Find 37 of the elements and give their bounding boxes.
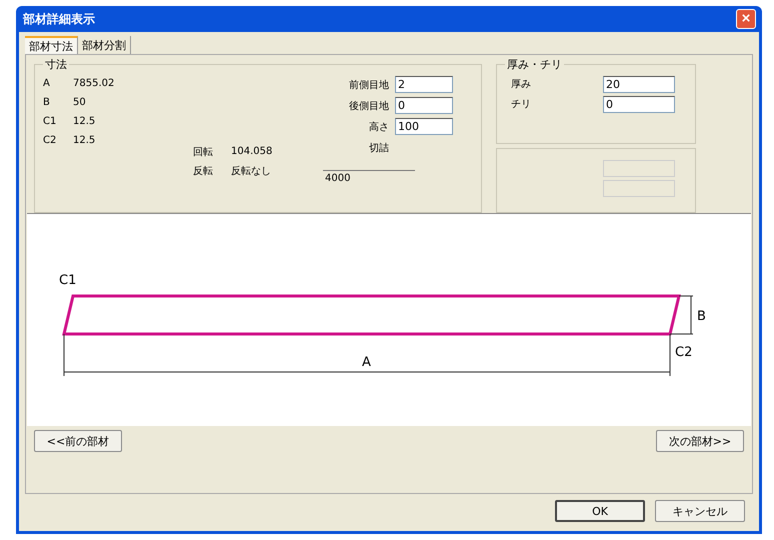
flip-value: 反転なし [231,164,271,178]
dialog-button[interactable]: キャンセル [655,500,745,522]
dimension-label: B [697,309,706,324]
flip-label: 反転 [193,164,214,178]
dialog-button[interactable]: OK [555,500,645,522]
input-field[interactable]: 2 [395,76,453,93]
dimension-value: 12.5 [73,116,96,127]
dimension-label: C1 [59,273,76,288]
input-field[interactable]: 0 [395,97,453,114]
field-label: チリ [510,98,532,111]
rotation-value: 104.058 [231,146,272,157]
dimension-label: C2 [675,345,692,360]
close-button[interactable]: × [736,9,756,29]
dimension-value: 7855.02 [73,78,114,89]
group-title: 厚み・チリ [506,57,563,72]
nav-button[interactable]: <<前の部材 [34,430,122,452]
tab[interactable]: 部材寸法 [25,36,78,54]
input-field[interactable]: 100 [395,118,453,135]
field-label: 前側目地 [348,78,389,92]
field-label: 切詰 [368,142,389,154]
rotation-label: 回転 [193,146,214,158]
field-label: 高さ [368,120,389,134]
dimension-label: B [43,97,51,108]
dimension-label: A [362,355,371,370]
dimension-label: A [43,78,51,89]
group-title: 寸法 [44,57,68,72]
nav-button[interactable]: 次の部材>> [656,430,744,452]
dimension-value: 50 [73,97,86,108]
trim-field: 4000 [323,170,415,186]
field-label: 厚み [510,78,532,91]
dimension-label: C2 [43,135,58,146]
window-title: 部材詳細表示 [23,10,95,28]
input-field[interactable]: 20 [603,76,675,92]
input-field[interactable]: 0 [603,96,675,112]
dimension-value: 12.5 [73,135,96,146]
dimension-label: C1 [43,116,58,127]
field-label: 後側目地 [348,100,389,112]
